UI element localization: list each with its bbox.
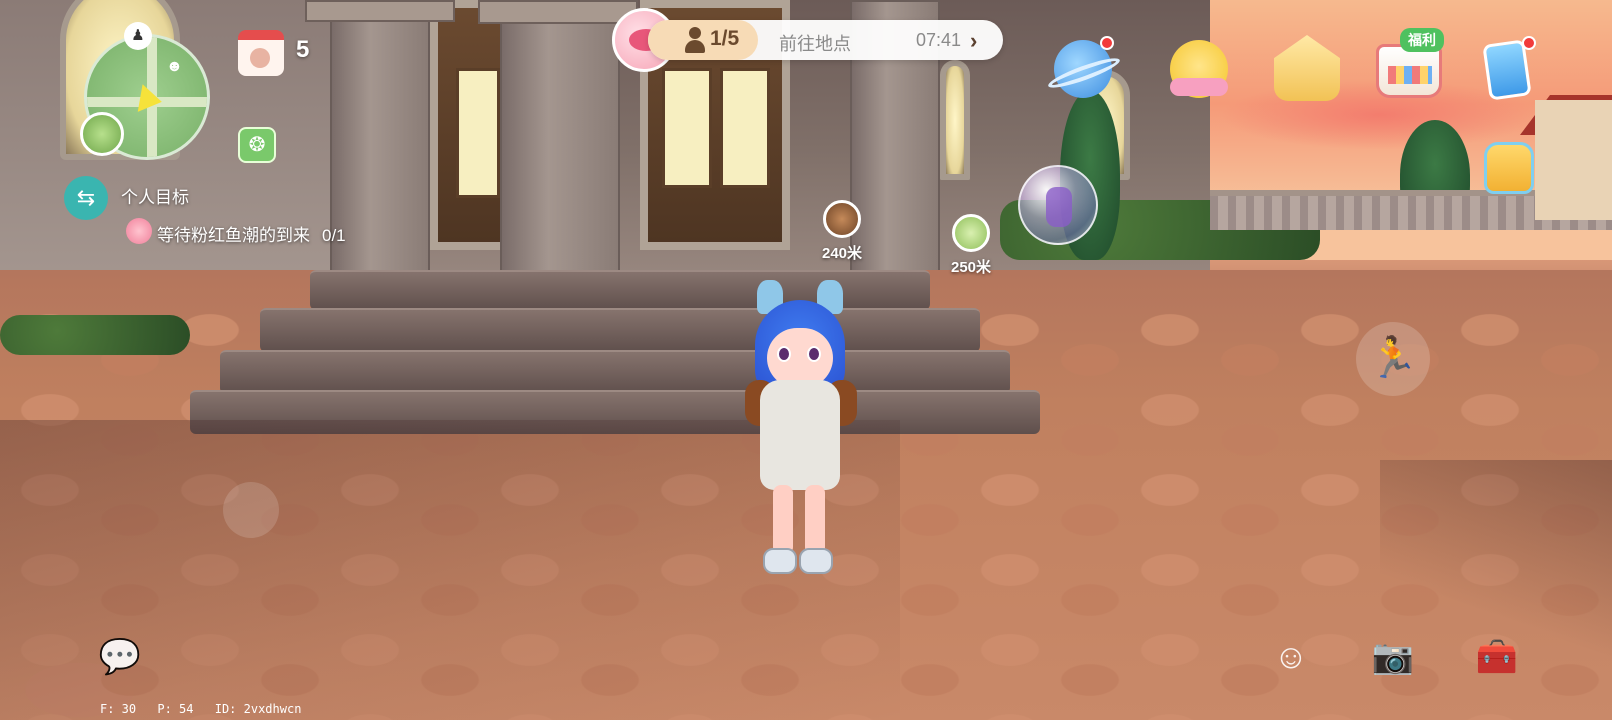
backpack-icon[interactable] bbox=[1484, 142, 1534, 194]
camera-button[interactable]: 📷 bbox=[1368, 632, 1418, 682]
player-count-pill: 1/5 bbox=[648, 20, 758, 60]
distance-marker[interactable]: 240米 bbox=[807, 200, 877, 263]
task-text: 等待粉红鱼潮的到来 bbox=[157, 226, 310, 245]
npc-group-icon: ☻ bbox=[166, 58, 183, 75]
hud: ♟ ☻ 5 ❂ ⇆ 个人目标 等待粉红鱼潮的到来 0/1 1/5 前往地点 07:… bbox=[0, 0, 1612, 720]
gift-house-icon[interactable] bbox=[1274, 35, 1340, 101]
calendar-icon[interactable] bbox=[238, 30, 284, 76]
signal-button[interactable]: ❂ bbox=[238, 127, 276, 163]
task-item[interactable]: 等待粉红鱼潮的到来 0/1 bbox=[157, 221, 346, 246]
ping-readout: P: 54 bbox=[157, 702, 194, 716]
player-direction-arrow-icon bbox=[137, 84, 165, 116]
chat-button[interactable]: 💬 bbox=[95, 632, 145, 682]
toolbox-button[interactable]: 🧰 bbox=[1472, 632, 1522, 682]
debug-info: F: 30 P: 54 ID: 2vxdhwcn bbox=[100, 702, 315, 716]
distance-label: 240米 bbox=[821, 245, 863, 262]
emote-button[interactable]: ☺ bbox=[1266, 632, 1316, 682]
notification-dot bbox=[1522, 36, 1536, 50]
distance-label: 250米 bbox=[950, 259, 992, 276]
jump-button[interactable]: 🏃 bbox=[1356, 322, 1430, 396]
notification-dot bbox=[1100, 36, 1114, 50]
npc-avatar bbox=[823, 200, 861, 238]
fps-readout: F: 30 bbox=[100, 702, 137, 716]
calendar-stamp-icon bbox=[250, 48, 270, 68]
movement-joystick[interactable] bbox=[223, 482, 279, 538]
destination-bar[interactable]: 1/5 前往地点 07:41 › bbox=[648, 20, 1003, 60]
goal-toggle-button[interactable]: ⇆ bbox=[64, 176, 108, 220]
npc-avatar bbox=[952, 214, 990, 252]
task-progress: 0/1 bbox=[322, 226, 346, 245]
chevron-right-icon[interactable]: › bbox=[970, 28, 977, 54]
player-id: ID: 2vxdhwcn bbox=[214, 702, 302, 716]
bow-decoration bbox=[1170, 78, 1228, 96]
countdown-timer: 07:41 bbox=[916, 30, 962, 50]
shop-goods bbox=[1388, 66, 1432, 84]
distance-marker[interactable]: 250米 bbox=[936, 214, 1006, 277]
fish-task-icon bbox=[126, 218, 152, 244]
player-avatar[interactable] bbox=[80, 112, 124, 156]
npc-marker-icon[interactable]: ♟ bbox=[124, 22, 152, 50]
person-icon bbox=[684, 27, 706, 53]
calendar-count: 5 bbox=[296, 36, 310, 63]
welfare-badge[interactable]: 福利 bbox=[1400, 28, 1444, 52]
player-count: 1/5 bbox=[710, 27, 740, 50]
goal-title: 个人目标 bbox=[121, 188, 189, 207]
goto-location-label: 前往地点 bbox=[779, 34, 851, 54]
